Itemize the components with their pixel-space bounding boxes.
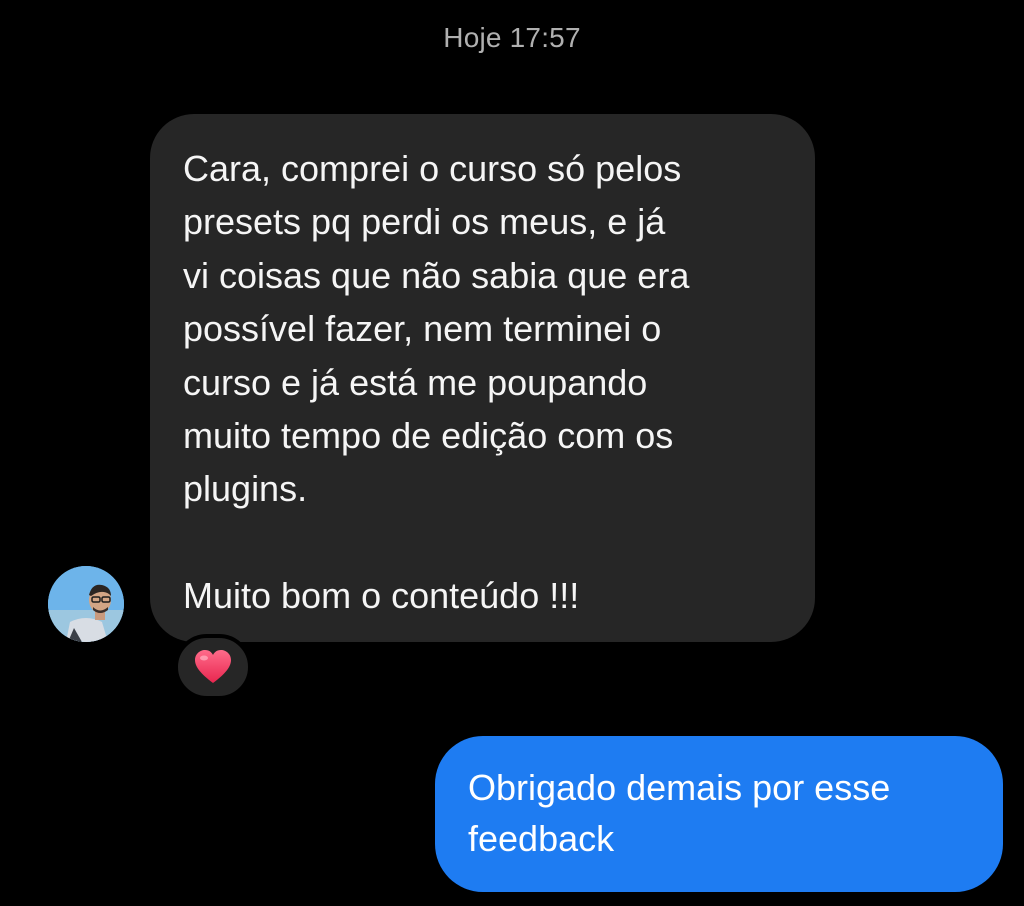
outgoing-message-bubble[interactable]: Obrigado demais por esse feedback bbox=[435, 736, 1003, 892]
outgoing-message-text: Obrigado demais por esse feedback bbox=[468, 767, 891, 859]
sender-avatar[interactable] bbox=[48, 566, 124, 642]
heart-icon bbox=[195, 650, 231, 683]
avatar-photo bbox=[48, 566, 124, 642]
incoming-message-closing: Muito bom o conteúdo !!! bbox=[183, 574, 580, 616]
incoming-message-bubble[interactable]: Cara, comprei o curso só pelos presets p… bbox=[150, 114, 815, 642]
incoming-message-text: Cara, comprei o curso só pelos presets p… bbox=[183, 148, 690, 510]
conversation-timestamp: Hoje 17:57 bbox=[443, 22, 581, 53]
message-reaction[interactable] bbox=[174, 634, 252, 700]
